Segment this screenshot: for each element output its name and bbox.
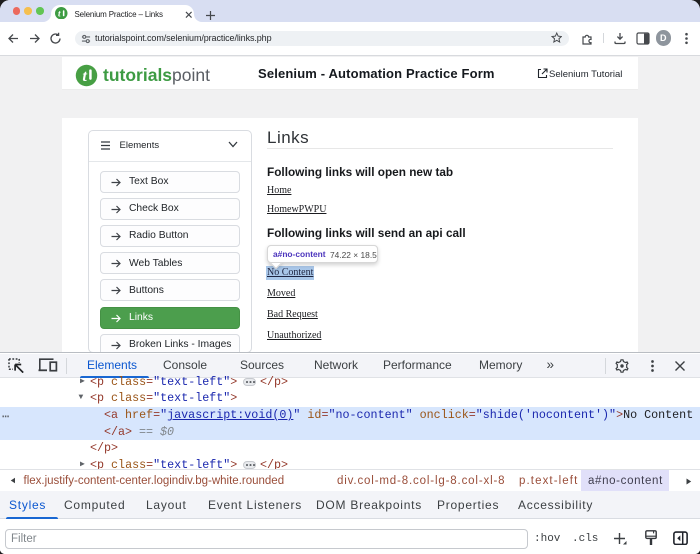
svg-text:t: t bbox=[82, 65, 87, 84]
svg-text:t: t bbox=[58, 8, 61, 18]
